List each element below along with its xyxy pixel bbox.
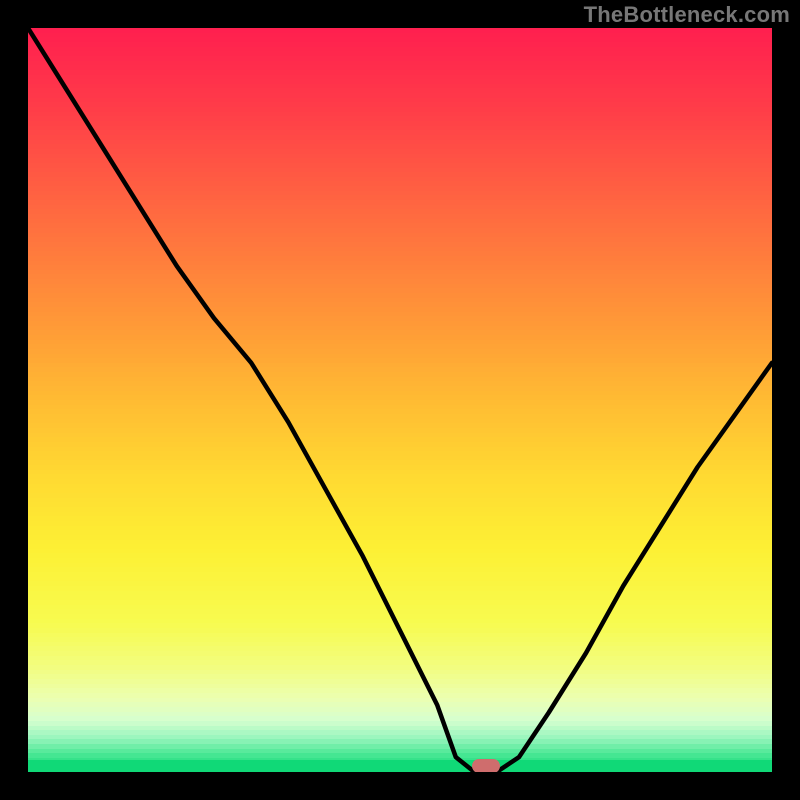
watermark-label: TheBottleneck.com bbox=[584, 2, 790, 28]
chart-stage: TheBottleneck.com bbox=[0, 0, 800, 800]
curve-svg bbox=[28, 28, 772, 772]
minimum-marker bbox=[472, 759, 500, 772]
bottleneck-curve bbox=[28, 28, 772, 772]
plot-area bbox=[28, 28, 772, 772]
